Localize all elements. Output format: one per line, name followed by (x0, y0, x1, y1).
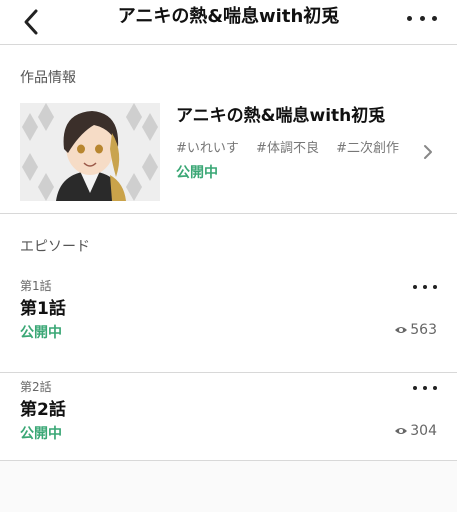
more-dots-icon (413, 386, 417, 390)
view-count: 563 (394, 322, 437, 338)
work-card[interactable]: アニキの熱&喘息with初兎 #いれいす #体調不良 #二次創作 公開中 (0, 95, 457, 203)
work-thumbnail (20, 103, 160, 201)
tag-list: #いれいす #体調不良 #二次創作 (176, 137, 412, 156)
view-count-value: 563 (410, 322, 437, 338)
tag[interactable]: #二次創作 (336, 141, 399, 156)
back-button[interactable] (16, 6, 48, 38)
chevron-left-icon (24, 9, 38, 35)
top-nav-bar: アニキの熱&喘息with初兎 (0, 0, 457, 45)
cover-illustration (20, 103, 160, 201)
more-dot (423, 285, 427, 289)
tag[interactable]: #体調不良 (256, 141, 319, 156)
more-options-button[interactable] (407, 8, 437, 28)
view-count-value: 304 (410, 423, 437, 439)
more-dot (432, 15, 437, 21)
episode-title: 第2話 (20, 400, 66, 420)
more-dot (433, 285, 437, 289)
work-status: 公開中 (176, 165, 218, 181)
episodes-label: エピソード (20, 239, 90, 255)
more-dot (433, 386, 437, 390)
eye-icon (395, 428, 408, 434)
episode-item[interactable]: 第2話 第2話 公開中 304 (0, 373, 457, 473)
episodes-section: エピソード 第1話 第1話 公開中 563 第2話 第2話 公開中 304 (0, 214, 457, 461)
more-dot (419, 15, 425, 21)
work-title: アニキの熱&喘息with初兎 (176, 106, 386, 126)
more-dots-icon (413, 285, 417, 289)
work-info-label: 作品情報 (20, 70, 76, 86)
episode-more-button[interactable] (413, 381, 437, 395)
page-title: アニキの熱&喘息with初兎 (117, 6, 340, 27)
chevron-right-icon (424, 145, 432, 159)
episode-status: 公開中 (20, 426, 62, 442)
more-dot (423, 386, 427, 390)
episode-title: 第1話 (20, 299, 66, 319)
episode-status: 公開中 (20, 325, 62, 341)
episode-number: 第2話 (20, 380, 52, 394)
episode-item[interactable]: 第1話 第1話 公開中 563 (0, 272, 457, 373)
tag[interactable]: #いれいす (176, 141, 239, 156)
episode-number: 第1話 (20, 279, 52, 293)
episode-more-button[interactable] (413, 280, 437, 294)
eye-icon (395, 327, 408, 333)
more-dots-icon (407, 15, 412, 21)
view-count: 304 (394, 423, 437, 439)
work-info-section: 作品情報 アニキの熱&喘息with初兎 #いれいす #体調不良 #二次創作 公開… (0, 45, 457, 214)
